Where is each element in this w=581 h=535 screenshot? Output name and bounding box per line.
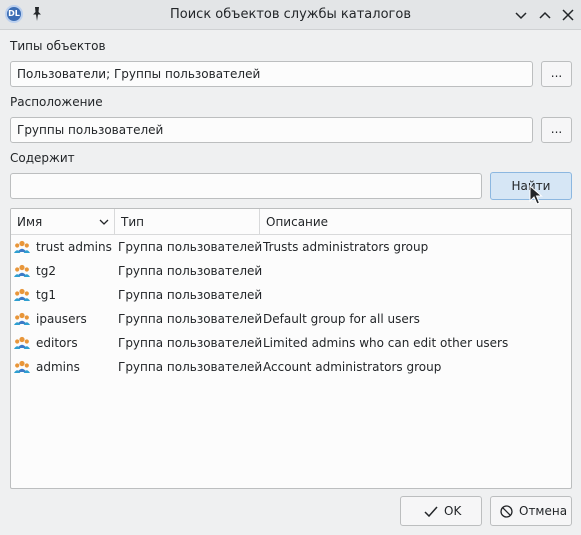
close-button[interactable] [560,7,576,23]
user-group-icon [14,288,30,302]
contains-input[interactable] [10,173,482,199]
column-header-description[interactable]: Описание [260,209,571,235]
object-types-field[interactable]: Пользователи; Группы пользователей [10,61,533,87]
row-name: tg2 [36,264,56,278]
cancel-label: Отмена [519,504,568,518]
object-types-browse-button[interactable]: ... [541,61,572,87]
table-row[interactable]: trust admins Группа пользователей Trusts a… [11,235,571,259]
row-name: admins [36,360,80,374]
row-type: Группа пользователей [118,264,263,278]
user-group-icon [14,240,30,254]
row-description: Trusts administrators group [263,240,429,254]
row-description: Default group for all users [263,312,420,326]
column-header-description-label: Описание [266,215,329,229]
results-list[interactable]: Имя Тип Описание trust admins Группа поль… [10,208,572,489]
object-types-label: Типы объектов [10,39,106,53]
row-type: Группа пользователей [118,336,263,350]
sort-chevron-down-icon [99,219,109,225]
location-label: Расположение [10,95,103,109]
column-header-type-label: Тип [121,215,144,229]
table-row[interactable]: admins Группа пользователей Account admini… [11,355,571,379]
row-type: Группа пользователей [118,240,263,254]
row-type: Группа пользователей [118,312,263,326]
user-group-icon [14,360,30,374]
maximize-button[interactable] [537,7,553,23]
check-icon [424,506,438,517]
row-type: Группа пользователей [118,288,263,302]
user-group-icon [14,264,30,278]
location-field[interactable]: Группы пользователей [10,117,533,143]
results-header: Имя Тип Описание [11,209,571,235]
table-row[interactable]: tg1 Группа пользователей [11,283,571,307]
title-bar: DL Поиск объектов службы каталогов [0,0,581,30]
row-name: tg1 [36,288,56,302]
row-name: ipausers [36,312,87,326]
ok-button[interactable]: OK [400,496,482,526]
ok-label: OK [444,504,462,518]
location-browse-button[interactable]: ... [541,117,572,143]
table-row[interactable]: tg2 Группа пользователей [11,259,571,283]
user-group-icon [14,312,30,326]
minimize-button[interactable] [513,7,529,23]
cancel-icon [500,505,513,518]
row-description: Limited admins who can edit other users [263,336,509,350]
row-type: Группа пользователей [118,360,263,374]
user-group-icon [14,336,30,350]
mouse-cursor-icon [529,185,543,205]
column-header-name-label: Имя [17,215,43,229]
contains-label: Содержит [10,151,75,165]
window-title: Поиск объектов службы каталогов [170,7,411,22]
row-description: Account administrators group [263,360,442,374]
row-name: trust admins [36,240,112,254]
column-header-name[interactable]: Имя [11,209,115,235]
row-name: editors [36,336,78,350]
column-header-type[interactable]: Тип [115,209,260,235]
table-row[interactable]: ipausers Группа пользователей Default grou… [11,307,571,331]
cancel-button[interactable]: Отмена [490,496,572,526]
table-row[interactable]: editors Группа пользователей Limited admin… [11,331,571,355]
